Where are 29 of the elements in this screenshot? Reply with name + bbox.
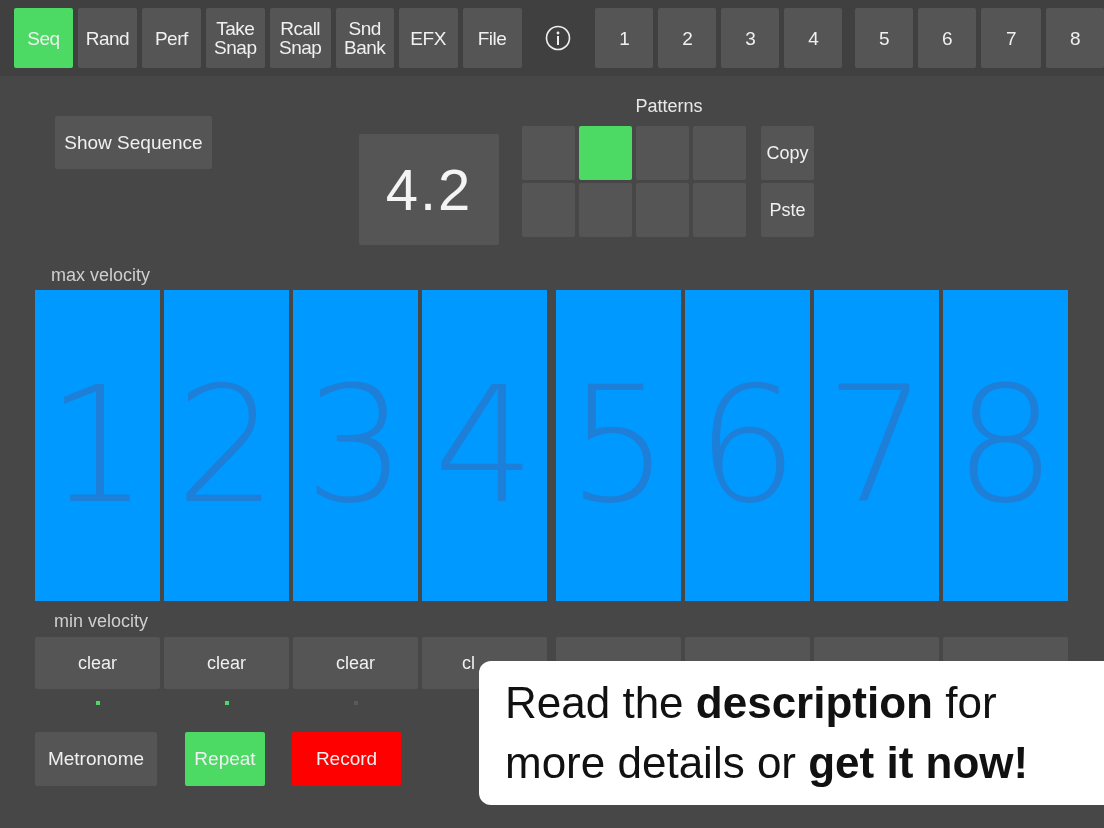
tab[interactable]: Snd Bank	[335, 8, 394, 68]
clear-button[interactable]: clear	[35, 637, 160, 689]
track-button[interactable]: 8	[1046, 8, 1104, 68]
clear-button[interactable]: clear	[164, 637, 289, 689]
track-button[interactable]: 4	[784, 8, 843, 68]
tab[interactable]: Perf	[141, 8, 201, 68]
copy-button[interactable]: Copy	[761, 126, 814, 180]
tab[interactable]: File	[462, 8, 522, 68]
track-button[interactable]: 5	[855, 8, 914, 68]
metronome-button[interactable]: Metronome	[35, 732, 157, 786]
tab[interactable]: Rcall Snap	[269, 8, 331, 68]
clear-button[interactable]: clear	[293, 637, 418, 689]
tab[interactable]: EFX	[398, 8, 458, 68]
record-button[interactable]: Record	[292, 732, 401, 786]
track-button[interactable]: 7	[981, 8, 1041, 68]
pattern-number-display: 4.2	[359, 134, 499, 245]
track-button[interactable]: 6	[918, 8, 977, 68]
max-velocity-label: max velocity	[51, 265, 152, 287]
track-button[interactable]: 3	[721, 8, 780, 68]
info-icon[interactable]	[545, 25, 572, 51]
patterns-title: Patterns	[635, 95, 703, 118]
pattern-cell[interactable]	[579, 126, 632, 180]
tab[interactable]: Take Snap	[205, 8, 265, 68]
track-button[interactable]: 2	[658, 8, 717, 68]
tab[interactable]: Rand	[77, 8, 137, 68]
min-velocity-label: min velocity	[54, 611, 150, 633]
show-sequence-button[interactable]: Show Sequence	[55, 116, 212, 169]
track-button[interactable]: 1	[595, 8, 654, 68]
paste-button[interactable]: Pste	[761, 183, 814, 237]
